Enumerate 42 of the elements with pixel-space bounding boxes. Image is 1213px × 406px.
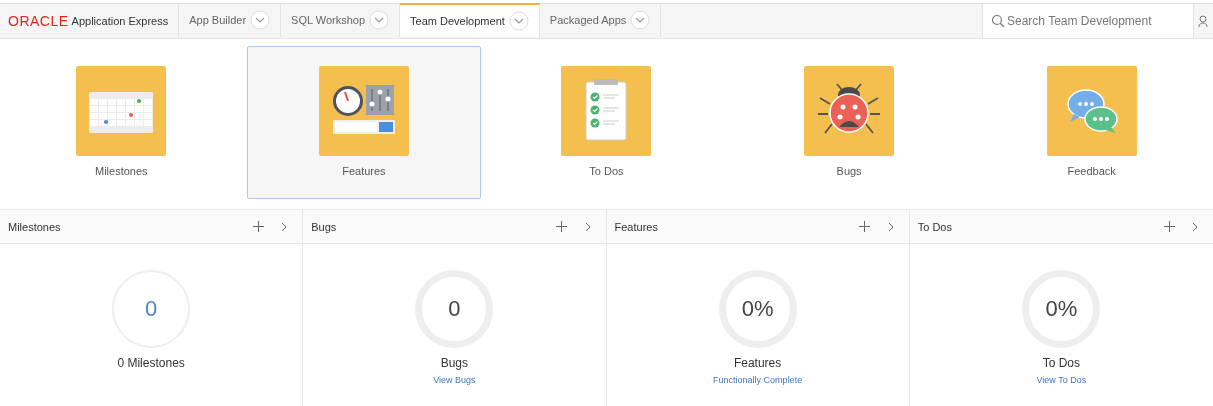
- chat-bubbles-icon: [1046, 66, 1137, 156]
- panel-title: Milestones: [8, 220, 62, 233]
- checklist-icon: [561, 66, 652, 156]
- nav-tile[interactable]: To Dos: [489, 46, 724, 199]
- panel-link[interactable]: View Bugs: [433, 375, 476, 385]
- nav-tab[interactable]: App Builder: [179, 3, 282, 37]
- plus-icon[interactable]: [1163, 221, 1175, 232]
- plus-icon[interactable]: [556, 221, 567, 232]
- panel-link[interactable]: Functionally Complete: [713, 375, 803, 385]
- brand-logo[interactable]: ORACLE: [8, 13, 69, 29]
- panel-link[interactable]: View To Dos: [1036, 375, 1087, 385]
- nav-tile[interactable]: Milestones: [4, 46, 239, 199]
- plus-icon[interactable]: [252, 221, 264, 232]
- summary-caption: To Dos: [1042, 356, 1081, 370]
- count-ring: 0: [112, 270, 191, 348]
- count-ring: 0%: [718, 270, 797, 348]
- user-icon[interactable]: [1198, 14, 1208, 28]
- chevron-right-icon[interactable]: [584, 221, 591, 232]
- ladybug-icon: [804, 66, 895, 156]
- calendar-icon: [76, 66, 167, 156]
- nav-tile[interactable]: Bugs: [731, 46, 967, 199]
- search-field[interactable]: Search Team Development: [983, 4, 1193, 38]
- nav-tab[interactable]: SQL Workshop: [281, 3, 401, 37]
- product-name: Application Express: [71, 15, 169, 27]
- plus-icon[interactable]: [859, 221, 871, 232]
- summary-caption: Bugs: [440, 356, 469, 370]
- nav-tile[interactable]: Features: [246, 46, 482, 199]
- chevron-right-icon[interactable]: [281, 221, 288, 232]
- dashboard-controls-icon: [318, 66, 409, 156]
- count-ring: 0%: [1022, 270, 1101, 348]
- panel-title: To Dos: [917, 220, 953, 233]
- panel-title: Bugs: [311, 220, 338, 233]
- chevron-right-icon[interactable]: [1192, 221, 1198, 232]
- panel-title: Features: [614, 220, 659, 233]
- chevron-right-icon[interactable]: [887, 221, 894, 232]
- count-ring: 0: [415, 270, 494, 348]
- search-icon: [991, 14, 1005, 28]
- nav-tab[interactable]: Team Development: [400, 3, 540, 37]
- summary-caption: 0 Milestones: [117, 356, 185, 370]
- nav-tile[interactable]: Feedback: [974, 46, 1209, 199]
- nav-tab[interactable]: Packaged Apps: [539, 3, 662, 37]
- summary-caption: Features: [733, 356, 782, 370]
